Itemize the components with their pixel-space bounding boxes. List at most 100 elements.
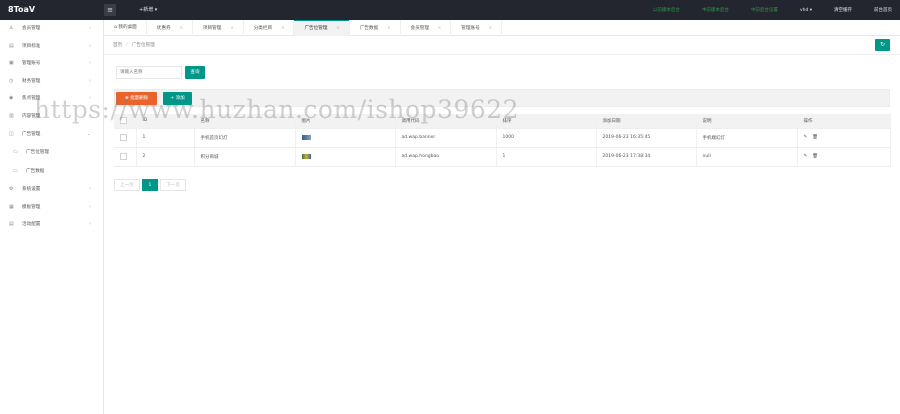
row-checkbox-cell [114,128,137,148]
search-button[interactable]: 查询 [185,66,205,79]
column-header-8: 操作 [797,114,891,129]
sidebar-item-label: 内容管理 [22,113,41,119]
tab-6[interactable]: 会员管理 ✕ [401,20,452,36]
header-link-3[interactable]: vhd ▾ [800,8,812,13]
header-link-1[interactable]: 中前版本后台 [702,7,729,13]
sidebar-item-label: 广告位管理 [26,150,49,156]
column-header-1: ID [136,114,195,129]
sidebar-item-label: 系统设置 [22,187,41,193]
sidebar-item-6[interactable]: ◫ 广告管理 ⌄ [0,126,103,144]
tab-5[interactable]: 广告数据 ✕ [350,20,401,36]
cell-id: 2 [136,147,195,167]
tab-1[interactable]: 优惠券 ✕ [147,20,193,36]
tab-label: 我的桌面 [118,25,137,30]
top-bar: 8ToaV ≡ +新增 ▾ 以前版本后台 中前版本后台 中前后台设置 vhd ▾ 清空缓… [0,0,900,20]
data-table: ID 名称 图片 调用代码 排序 添加日期 说明 操作 1 手机首页幻灯 ad.wap.banne… [114,114,891,167]
cell-desc: null [696,147,798,167]
sidebar-item-1[interactable]: ▤ 项目标准 ‹ [0,38,103,56]
ad-thumbnail-image [301,134,311,140]
next-page-button[interactable]: 下一页 [160,179,186,191]
tab-label: 项目管理 [202,26,222,31]
template-icon: ▦ [9,203,14,210]
app-logo: 8ToaV [0,0,104,20]
edit-icon[interactable]: ✎ [804,154,808,159]
sidebar-item-11[interactable]: ▤ 活动配置 ‹ [0,216,103,234]
chevron-left-icon: ‹ [89,186,91,193]
row-checkbox[interactable] [120,134,127,141]
current-page-button[interactable]: 1 [141,179,159,191]
settings-icon: ⚙ [9,186,14,193]
sidebar-item-7[interactable]: ▭ 广告位管理 [0,143,103,162]
chevron-left-icon: ‹ [89,42,91,49]
tab-4[interactable]: 广告位管理 ✕ [294,20,350,36]
chevron-left-icon: ‹ [89,95,91,102]
cell-sort: 1000 [496,128,597,148]
tab-2[interactable]: 项目管理 ✕ [193,20,244,36]
cell-actions: ✎ 🗑 [797,128,891,148]
sidebar-item-10[interactable]: ▦ 模板管理 ‹ [0,199,103,217]
divider [104,54,900,55]
column-header-2: 名称 [194,114,296,129]
table-row: 2 积分商城 ad.wap.hongbao 1 2019-06-23 17:38:34 n… [114,147,891,167]
header-link-5[interactable]: 前台首页 [874,7,892,13]
sidebar-item-3[interactable]: ◷ 财务管理 ‹ [0,73,103,91]
cell-desc: 手机端幻灯 [696,128,798,148]
chevron-left-icon: ‹ [89,221,91,228]
table-row: 1 手机首页幻灯 ad.wap.banner 1000 2019-06-23 16:35… [114,128,891,148]
breadcrumb-separator: / [126,43,128,48]
row-checkbox[interactable] [120,153,127,160]
table-header: ID 名称 图片 调用代码 排序 添加日期 说明 操作 [114,114,891,129]
sidebar-item-label: 项目标准 [22,43,41,49]
cell-code: ad.wap.hongbao [395,147,497,167]
sidebar-item-5[interactable]: ▥ 内容管理 ‹ [0,108,103,126]
sidebar-item-0[interactable]: ♙ 会员管理 ‹ [0,20,103,38]
edit-icon[interactable]: ✎ [804,135,808,140]
tab-0[interactable]: ⌂ 我的桌面 [104,20,147,36]
header-link-0[interactable]: 以前版本后台 [653,7,680,13]
column-header-7: 说明 [696,114,798,129]
batch-delete-button[interactable]: ⊗ 批量删除 [116,92,157,105]
tab-label: 会员管理 [410,26,429,31]
sidebar-item-2[interactable]: ▣ 管理账号 ‹ [0,55,103,73]
sidebar-item-9[interactable]: ⚙ 系统设置 ‹ [0,181,103,199]
close-icon[interactable]: ✕ [281,25,284,30]
breadcrumb: 首页 / 广告位管理 [113,40,155,52]
close-icon[interactable]: ✕ [387,25,390,30]
prev-page-button[interactable]: 上一页 [114,179,140,191]
task-icon: ◉ [9,95,14,102]
cell-image [295,128,396,148]
column-header-3: 图片 [295,114,396,129]
add-button[interactable]: + 添加 [163,92,192,105]
close-icon[interactable]: ✕ [489,25,492,30]
column-header-5: 排序 [496,114,597,129]
search-input[interactable] [116,66,182,79]
header-link-4[interactable]: 清空缓存 [834,7,852,13]
header-link-2[interactable]: 中前后台设置 [751,7,778,13]
sidebar-item-4[interactable]: ◉ 焦点管理 ‹ [0,90,103,108]
trash-icon[interactable]: 🗑 [812,135,818,140]
cell-date: 2019-06-23 17:38:34 [596,147,697,167]
tab-3[interactable]: 分类栏目 ✕ [244,20,295,36]
column-header-0[interactable] [114,114,137,129]
tab-label: 广告位管理 [304,26,328,31]
new-menu-button[interactable]: +新增 ▾ [139,5,157,15]
close-icon[interactable]: ✕ [336,25,339,30]
tab-7[interactable]: 管理账号 ✕ [451,20,503,36]
close-icon[interactable]: ✕ [180,25,183,30]
chevron-left-icon: ‹ [89,112,91,119]
refresh-icon[interactable]: ↻ [875,39,890,51]
sidebar-item-8[interactable]: ▭ 广告数据 [0,162,103,181]
user-icon: ♙ [9,25,14,31]
sidebar-item-label: 模板管理 [22,204,41,210]
close-icon[interactable]: ✕ [230,25,233,30]
sidebar-item-label: 会员管理 [22,26,41,31]
breadcrumb-home[interactable]: 首页 [113,43,122,48]
chevron-left-icon: ‹ [89,60,91,67]
close-icon[interactable]: ✕ [438,25,441,30]
cell-image [295,147,396,167]
chevron-left-icon: ‹ [89,203,91,210]
select-all-checkbox[interactable] [120,117,127,125]
chevron-left-icon: ‹ [89,77,91,84]
trash-icon[interactable]: 🗑 [812,154,818,159]
hamburger-icon[interactable]: ≡ [104,4,116,16]
